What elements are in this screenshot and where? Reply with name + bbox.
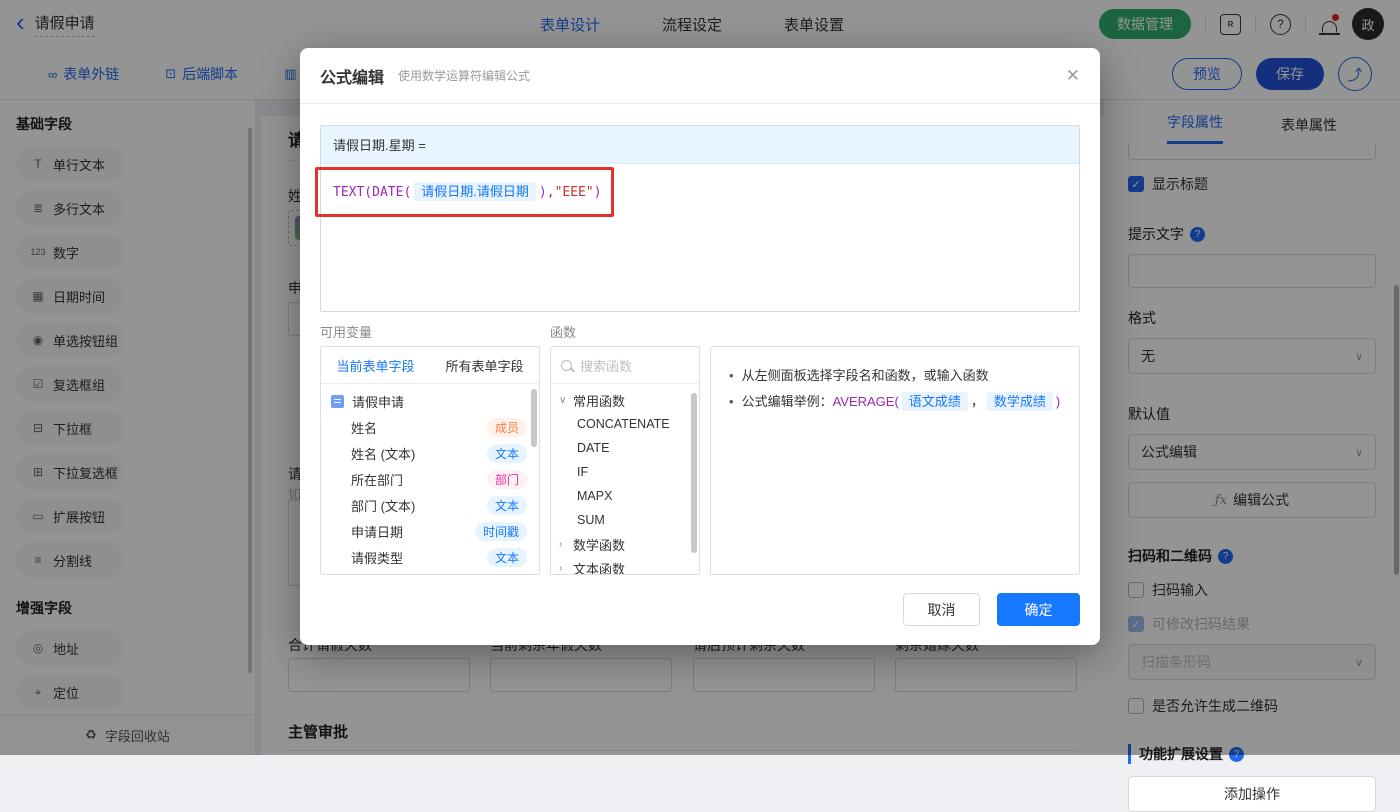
variable-row[interactable]: 所在部门 部门 — [321, 466, 539, 492]
type-badge: 文本 — [486, 443, 527, 463]
formula-field-chip[interactable]: 请假日期.请假日期 — [414, 182, 536, 201]
close-icon[interactable]: ✕ — [1066, 66, 1080, 86]
chevron-collapsed-icon: › — [559, 562, 563, 574]
type-badge: 文本 — [486, 547, 527, 567]
variable-row[interactable]: 姓名 成员 — [321, 414, 539, 440]
function-item[interactable]: IF — [551, 460, 699, 484]
modal-title: 公式编辑 — [320, 69, 385, 87]
add-action-button[interactable]: 添加操作 — [1128, 776, 1376, 812]
form-doc-icon — [331, 394, 344, 408]
bullet: • — [729, 394, 734, 409]
variable-row[interactable]: 姓名 (文本) 文本 — [321, 440, 539, 466]
function-group-text[interactable]: › 文本函数 — [551, 556, 699, 575]
function-item[interactable]: CONCATENATE — [551, 412, 699, 436]
cancel-button[interactable]: 取消 — [903, 593, 980, 626]
bullet: • — [729, 368, 734, 383]
formula-string-token: "EEE" — [554, 185, 594, 200]
function-item[interactable]: DATE — [551, 436, 699, 460]
variables-root-row[interactable]: 请假申请 — [321, 388, 539, 414]
functions-scrollbar[interactable] — [691, 393, 697, 553]
type-badge: 时间戳 — [474, 521, 527, 541]
modal-footer: 取消 确定 — [903, 593, 1080, 626]
type-badge: 成员 — [486, 417, 527, 437]
search-icon — [561, 359, 572, 371]
formula-paren-token: ), — [538, 185, 555, 200]
formula-paren-token: ) — [593, 185, 602, 200]
formula-function-token: TEXT(DATE( — [333, 185, 412, 200]
tab-current-form-fields[interactable]: 当前表单字段 — [336, 356, 414, 375]
variables-tabs: 当前表单字段 所有表单字段 — [321, 347, 539, 384]
tab-all-form-fields[interactable]: 所有表单字段 — [445, 356, 523, 375]
variables-label: 可用变量 — [320, 325, 373, 340]
modal-subtitle: 使用数学运算符编辑公式 — [398, 69, 531, 83]
hint-panel: • 从左侧面板选择字段名和函数，或输入函数 • 公式编辑举例：AVERAGE(语… — [710, 346, 1080, 575]
type-badge: 部门 — [486, 469, 527, 489]
hint-line-2: • 公式编辑举例：AVERAGE(语文成绩，数学成绩) — [729, 389, 1061, 415]
modal-header: 公式编辑 使用数学运算符编辑公式 ✕ — [300, 48, 1100, 104]
formula-edit-modal: 公式编辑 使用数学运算符编辑公式 ✕ 请假日期.星期 = TEXT(DATE(请… — [300, 48, 1100, 645]
function-search-placeholder: 搜索函数 — [580, 358, 633, 374]
example-field-chip: 语文成绩 — [901, 392, 968, 411]
type-badge: 文本 — [486, 495, 527, 515]
chevron-collapsed-icon: › — [559, 538, 563, 550]
function-item[interactable]: SUM — [551, 508, 699, 532]
function-item[interactable]: MAPX — [551, 484, 699, 508]
variable-row[interactable]: 部门 (文本) 文本 — [321, 492, 539, 518]
functions-panel: 搜索函数 ∨ 常用函数 CONCATENATE DATE IF MAPX SUM … — [550, 346, 700, 575]
formula-target: 请假日期.星期 = — [321, 126, 1079, 164]
example-field-chip: 数学成绩 — [986, 392, 1053, 411]
formula-input-area[interactable]: TEXT(DATE(请假日期.请假日期),"EEE") — [321, 164, 1079, 217]
variables-scrollbar[interactable] — [531, 389, 537, 447]
variable-row[interactable]: 申请日期 时间戳 — [321, 518, 539, 544]
confirm-button[interactable]: 确定 — [997, 593, 1080, 626]
hint-line-1: • 从左侧面板选择字段名和函数，或输入函数 — [729, 363, 1061, 389]
function-search[interactable]: 搜索函数 — [551, 347, 699, 384]
function-group-common[interactable]: ∨ 常用函数 — [551, 388, 699, 412]
chevron-expanded-icon: ∨ — [559, 394, 567, 406]
formula-editor: 请假日期.星期 = TEXT(DATE(请假日期.请假日期),"EEE") — [320, 125, 1080, 312]
function-group-math[interactable]: › 数学函数 — [551, 532, 699, 556]
functions-label: 函数 — [550, 325, 577, 340]
example-function-token: AVERAGE( — [832, 394, 899, 409]
variable-row[interactable]: 请假类型 文本 — [321, 544, 539, 570]
variables-panel: 当前表单字段 所有表单字段 请假申请 姓名 成员 姓名 (文本) 文本 所在部门 部门… — [320, 346, 540, 575]
